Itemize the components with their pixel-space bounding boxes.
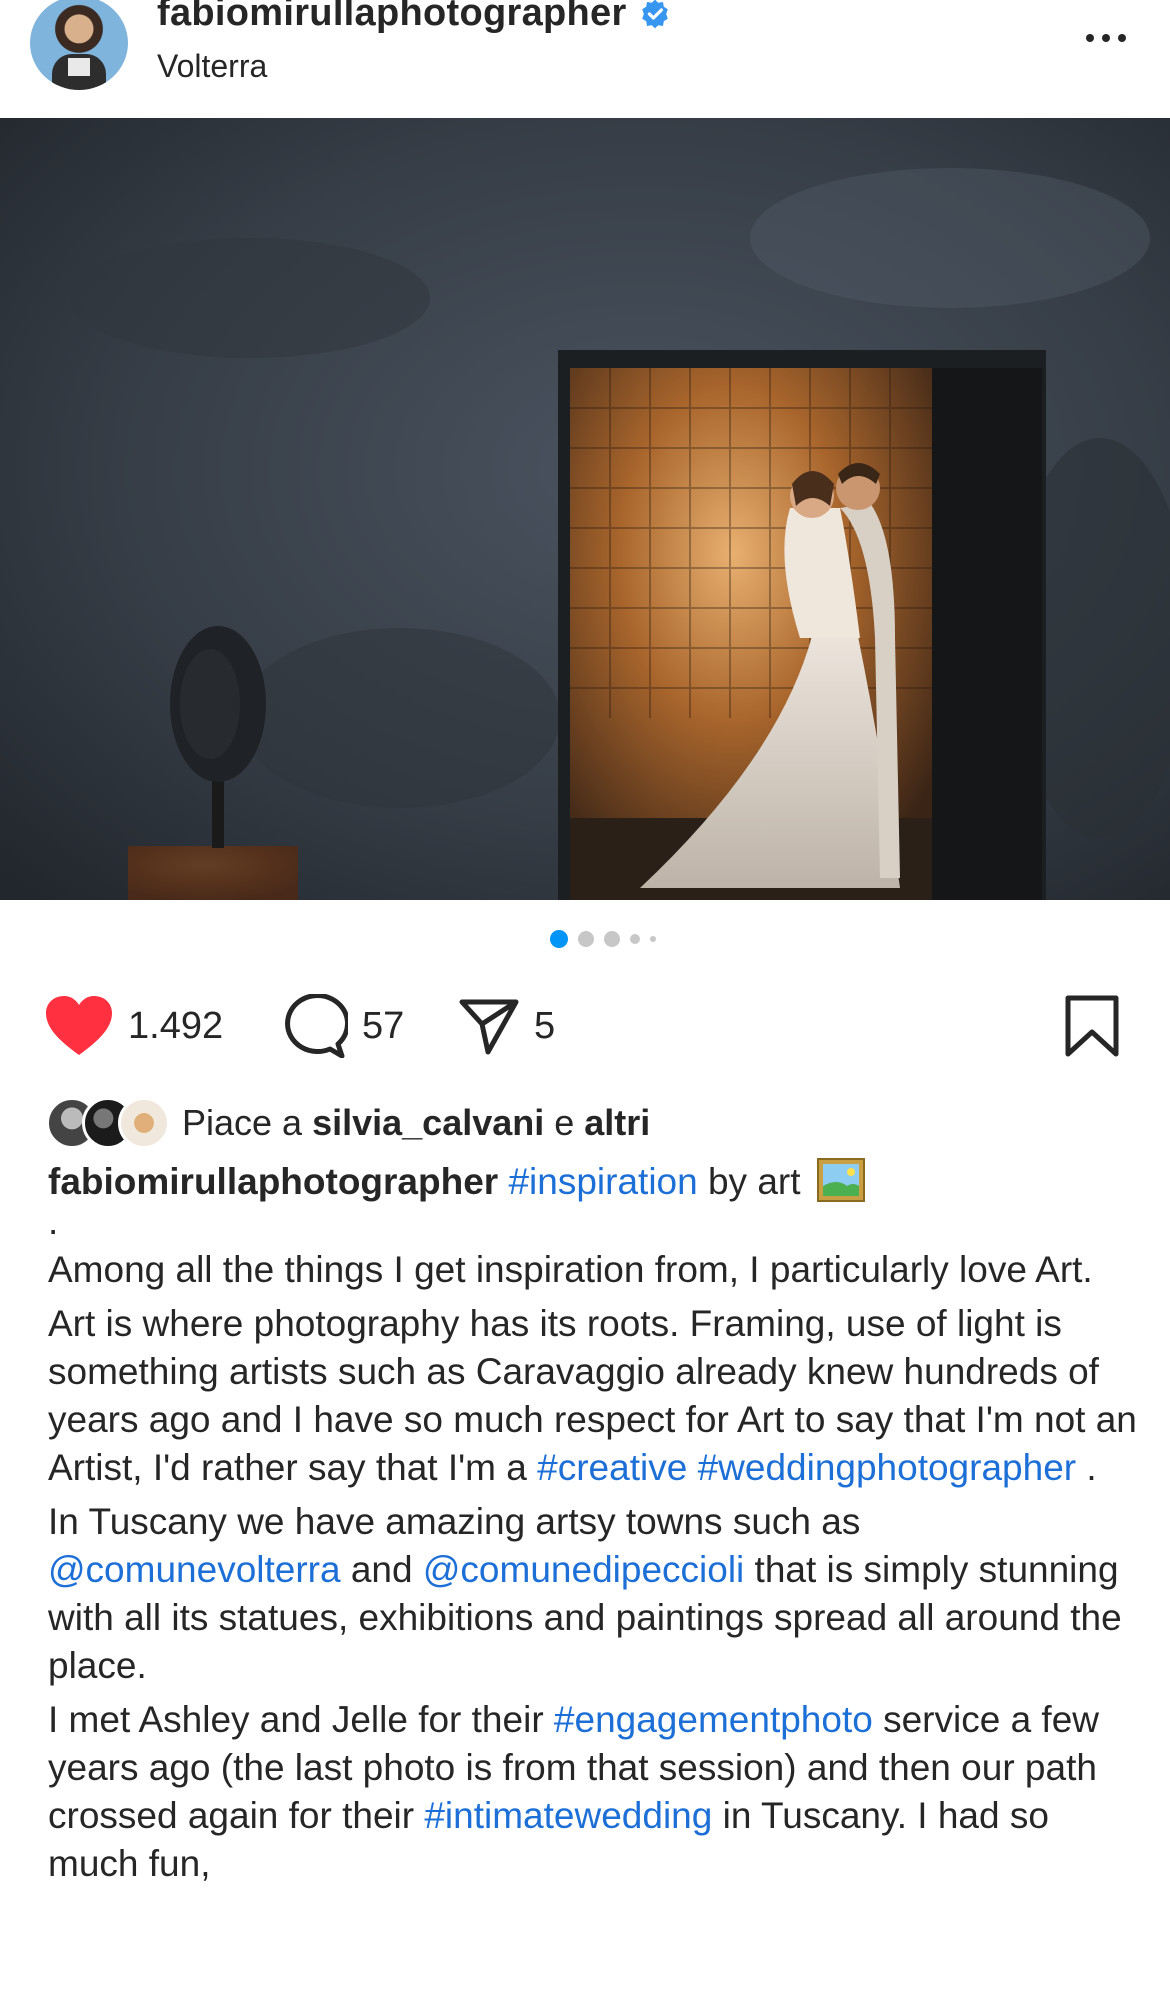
post-actions: 1.492 57 5 bbox=[0, 992, 1170, 1060]
liked-by-others[interactable]: altri bbox=[584, 1102, 650, 1143]
liked-by-row[interactable]: Piace a silvia_calvani e altri bbox=[46, 1095, 650, 1151]
more-options-icon[interactable] bbox=[1078, 10, 1134, 66]
hashtag-creative[interactable]: #creative bbox=[537, 1447, 687, 1488]
caption-paragraph-2: Art is where photography has its roots. … bbox=[48, 1300, 1138, 1492]
caption-paragraph-3: In Tuscany we have amazing artsy towns s… bbox=[48, 1498, 1138, 1690]
caption-paragraph-1: Among all the things I get inspiration f… bbox=[48, 1249, 1093, 1290]
like-count[interactable]: 1.492 bbox=[128, 1005, 223, 1048]
caption-text: In Tuscany we have amazing artsy towns s… bbox=[48, 1501, 861, 1542]
carousel-dot bbox=[578, 931, 594, 947]
liker-avatar bbox=[118, 1097, 170, 1149]
caption-text: by art bbox=[697, 1161, 801, 1202]
comment-action[interactable]: 57 bbox=[282, 992, 404, 1060]
caption-paragraph-4: I met Ashley and Jelle for their #engage… bbox=[48, 1696, 1138, 1888]
carousel-dot bbox=[604, 931, 620, 947]
share-count[interactable]: 5 bbox=[534, 1005, 555, 1048]
save-action[interactable] bbox=[1064, 992, 1120, 1060]
wedding-photo-image bbox=[0, 118, 1170, 900]
bookmark-icon[interactable] bbox=[1064, 994, 1120, 1058]
liked-by-middle: e bbox=[544, 1102, 585, 1143]
post-header: fabiomirullaphotographer Volterra bbox=[0, 0, 1170, 118]
comment-icon[interactable] bbox=[282, 994, 348, 1058]
hashtag-weddingphotographer[interactable]: #weddingphotographer bbox=[698, 1447, 1077, 1488]
hashtag-inspiration[interactable]: #inspiration bbox=[508, 1161, 697, 1202]
mention-comunedipeccioli[interactable]: @comunedipeccioli bbox=[423, 1549, 744, 1590]
heart-icon[interactable] bbox=[44, 995, 114, 1057]
mention-comunevolterra[interactable]: @comunevolterra bbox=[48, 1549, 341, 1590]
post-photo[interactable] bbox=[0, 118, 1170, 900]
like-action[interactable]: 1.492 bbox=[44, 992, 223, 1060]
hashtag-intimatewedding[interactable]: #intimatewedding bbox=[424, 1795, 712, 1836]
liked-by-user[interactable]: silvia_calvani bbox=[312, 1102, 544, 1143]
username-row: fabiomirullaphotographer bbox=[157, 0, 671, 35]
verified-badge-icon bbox=[641, 0, 668, 28]
send-icon[interactable] bbox=[458, 996, 520, 1056]
post-username[interactable]: fabiomirullaphotographer bbox=[157, 0, 627, 35]
liked-by-text[interactable]: Piace a silvia_calvani e altri bbox=[182, 1102, 650, 1144]
carousel-dot bbox=[650, 936, 656, 942]
carousel-indicator bbox=[18, 930, 1170, 948]
carousel-dot bbox=[630, 934, 640, 944]
hashtag-engagementphoto[interactable]: #engagementphoto bbox=[554, 1699, 873, 1740]
caption-text: I met Ashley and Jelle for their bbox=[48, 1699, 554, 1740]
caption-text: and bbox=[340, 1549, 423, 1590]
profile-avatar[interactable] bbox=[30, 0, 128, 90]
framed-picture-emoji-icon bbox=[816, 1158, 865, 1202]
liked-by-prefix: Piace a bbox=[182, 1102, 313, 1143]
caption-text: . bbox=[1076, 1447, 1097, 1488]
caption-username[interactable]: fabiomirullaphotographer bbox=[48, 1161, 498, 1202]
share-action[interactable]: 5 bbox=[458, 992, 555, 1060]
comment-count[interactable]: 57 bbox=[362, 1005, 404, 1048]
carousel-dot-active bbox=[550, 930, 568, 948]
post-caption: fabiomirullaphotographer #inspiration by… bbox=[48, 1158, 1138, 1894]
post-location[interactable]: Volterra bbox=[157, 48, 267, 85]
